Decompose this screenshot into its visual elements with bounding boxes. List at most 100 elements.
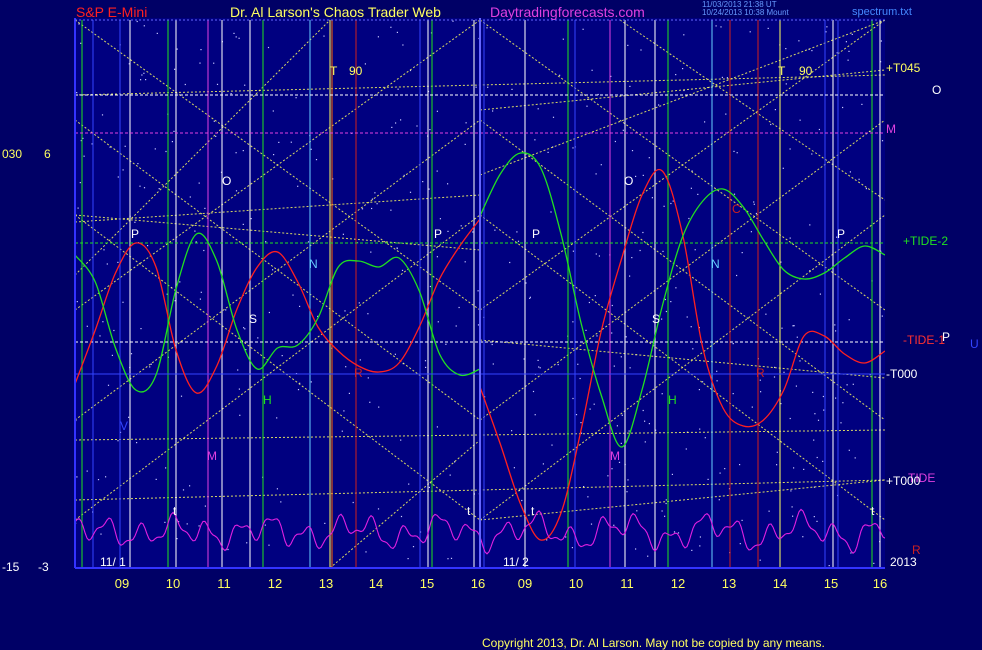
star-dot	[307, 241, 310, 243]
star-dot	[158, 188, 160, 190]
star-dot	[105, 476, 107, 478]
star-dot	[826, 26, 828, 28]
star-dot	[184, 83, 186, 86]
star-dot	[665, 499, 667, 501]
star-dot	[793, 467, 795, 469]
marker-label: R	[756, 366, 765, 380]
label-o: O	[932, 83, 941, 97]
star-dot	[538, 366, 540, 368]
star-dot	[562, 38, 564, 40]
star-dot	[842, 402, 844, 404]
star-dot	[589, 408, 591, 410]
star-dot	[781, 327, 783, 329]
star-dot	[237, 369, 239, 371]
star-dot	[76, 476, 78, 478]
star-dot	[750, 231, 752, 233]
hour-tick-label: 10	[569, 576, 583, 591]
star-dot	[613, 524, 615, 526]
star-dot	[614, 140, 616, 143]
star-dot	[552, 116, 555, 118]
star-dot	[117, 261, 119, 263]
star-dot	[732, 343, 734, 345]
star-dot	[716, 370, 718, 372]
star-dot	[699, 545, 701, 547]
star-dot	[272, 269, 274, 271]
star-dot	[492, 110, 494, 112]
marker-label: M	[610, 449, 620, 463]
star-dot	[572, 397, 574, 400]
star-dot	[835, 330, 837, 332]
star-dot	[106, 263, 108, 265]
star-dot	[828, 565, 830, 567]
star-dot	[276, 488, 278, 490]
star-dot	[155, 478, 157, 480]
star-dot	[179, 281, 181, 283]
star-dot	[571, 547, 573, 549]
left-axis-bottom-b: -3	[38, 560, 49, 574]
star-dot	[785, 83, 787, 85]
marker-label: V	[120, 419, 128, 433]
star-dot	[128, 416, 130, 418]
star-dot	[662, 250, 664, 252]
hour-tick-label: 10	[166, 576, 180, 591]
hour-tick-label: 15	[824, 576, 838, 591]
star-dot	[124, 145, 126, 147]
star-dot	[648, 157, 650, 159]
star-dot	[834, 324, 836, 326]
date-label-2: 11/ 2	[503, 555, 529, 569]
star-dot	[460, 225, 462, 227]
star-dot	[400, 515, 403, 518]
star-dot	[642, 231, 644, 234]
star-dot	[770, 123, 772, 126]
star-dot	[204, 505, 206, 507]
star-dot	[491, 343, 493, 346]
star-dot	[572, 321, 574, 323]
star-dot	[539, 367, 541, 369]
star-dot	[620, 442, 622, 444]
star-dot	[154, 148, 156, 150]
star-dot	[145, 79, 147, 81]
star-dot	[477, 290, 479, 292]
star-dot	[557, 364, 559, 366]
star-dot	[811, 50, 813, 52]
marker-label: T	[778, 64, 786, 78]
hour-tick-label: 14	[773, 576, 787, 591]
star-dot	[216, 83, 219, 85]
star-dot	[143, 187, 146, 189]
star-dot	[429, 285, 431, 288]
star-dot	[516, 231, 518, 233]
star-dot	[83, 155, 85, 157]
star-dot	[629, 367, 631, 369]
star-dot	[165, 150, 167, 153]
star-dot	[445, 343, 447, 345]
star-dot	[477, 324, 480, 326]
chart-title: Dr. Al Larson's Chaos Trader Web	[230, 4, 441, 20]
star-dot	[400, 119, 402, 121]
star-dot	[436, 256, 438, 258]
star-dot	[628, 430, 630, 432]
star-dot	[670, 301, 672, 303]
star-dot	[626, 491, 628, 493]
star-dot	[813, 439, 815, 441]
hour-tick-label: 12	[671, 576, 685, 591]
marker-label: H	[668, 393, 677, 407]
star-dot	[395, 122, 397, 124]
star-dot	[272, 110, 274, 112]
star-dot	[273, 154, 275, 156]
star-dot	[408, 483, 410, 485]
star-dot	[845, 41, 847, 43]
star-dot	[117, 440, 119, 442]
star-dot	[365, 551, 367, 553]
star-dot	[80, 42, 82, 44]
site-label: Daytradingforecasts.com	[490, 4, 645, 20]
star-dot	[537, 108, 539, 110]
star-dot	[198, 525, 200, 527]
star-dot	[101, 114, 104, 116]
star-dot	[664, 515, 666, 517]
star-dot	[509, 261, 511, 264]
star-dot	[683, 34, 685, 36]
star-dot	[199, 298, 201, 300]
star-dot	[233, 32, 235, 34]
star-dot	[704, 121, 706, 123]
star-dot	[627, 479, 629, 481]
